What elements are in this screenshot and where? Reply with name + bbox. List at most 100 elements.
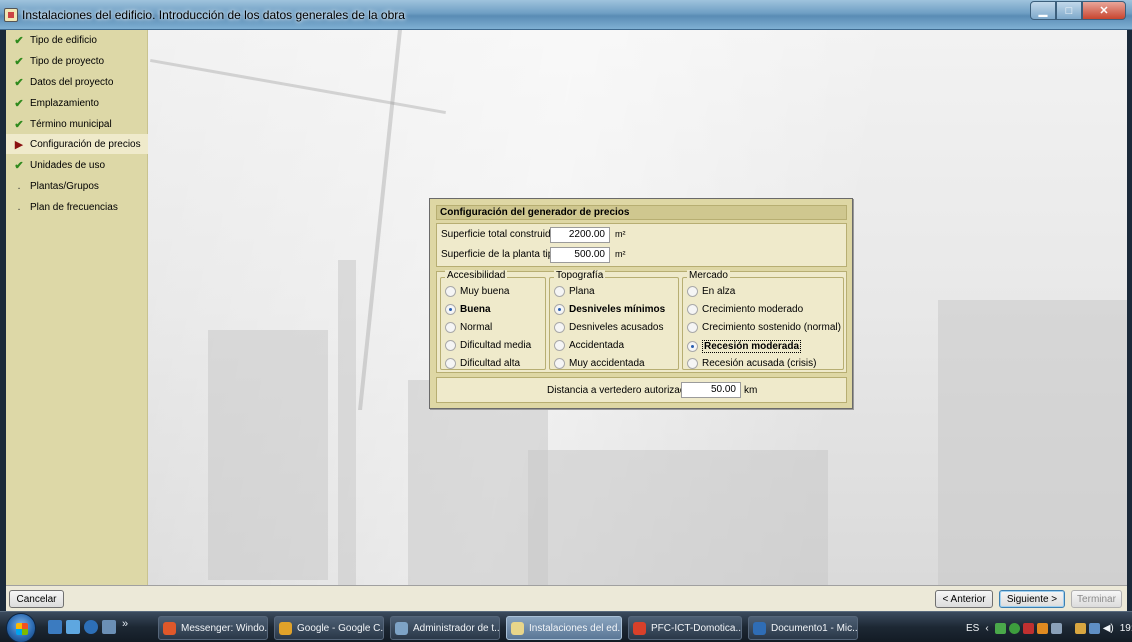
- sidebar-item-label: Tipo de edificio: [30, 34, 97, 46]
- chevron-left-icon[interactable]: ‹: [985, 623, 988, 634]
- sidebar-item-label: Tipo de proyecto: [30, 55, 105, 67]
- sidebar-item-label: Término municipal: [30, 118, 112, 130]
- radio-crecimiento-sostenido[interactable]: Crecimiento sostenido (normal): [687, 322, 841, 333]
- check-icon: ✔: [14, 159, 24, 172]
- volume-icon[interactable]: ◀): [1103, 623, 1114, 634]
- radio-muy-accidentada[interactable]: Muy accidentada: [554, 358, 645, 369]
- show-desktop-icon[interactable]: [48, 620, 62, 634]
- network-icon[interactable]: [1088, 622, 1100, 634]
- current-step-arrow-icon: ▶: [14, 138, 24, 151]
- radio-circle-icon: [687, 322, 698, 333]
- radio-desniveles-acusados[interactable]: Desniveles acusados: [554, 322, 664, 333]
- radio-accidentada[interactable]: Accidentada: [554, 340, 624, 351]
- check-icon: ✔: [14, 118, 24, 131]
- app-icon: [511, 621, 524, 635]
- previous-button[interactable]: < Anterior: [935, 590, 993, 608]
- radio-desniveles-minimos[interactable]: Desniveles mínimos: [554, 304, 665, 315]
- superficie-planta-input[interactable]: 500.00: [550, 247, 610, 263]
- radio-circle-icon: [445, 358, 456, 369]
- tray-icon[interactable]: [1022, 622, 1034, 634]
- task-manager-icon: [395, 621, 408, 635]
- radio-crecimiento-moderado[interactable]: Crecimiento moderado: [687, 304, 803, 315]
- task-instalaciones[interactable]: Instalaciones del ed...: [506, 616, 622, 640]
- radio-muy-buena[interactable]: Muy buena: [445, 286, 509, 297]
- check-icon: ✔: [14, 55, 24, 68]
- maximize-button[interactable]: □: [1056, 1, 1082, 20]
- tray-icon[interactable]: [1008, 622, 1020, 634]
- radio-recesion-acusada[interactable]: Recesión acusada (crisis): [687, 358, 817, 369]
- dialog-title: Configuración del generador de precios: [436, 205, 847, 220]
- options-panel: Accesibilidad Muy buena Buena Normal Dif…: [436, 270, 847, 373]
- sidebar-item-unidades-uso[interactable]: ✔ Unidades de uso: [6, 155, 148, 175]
- sidebar-item-plantas-grupos[interactable]: . Plantas/Grupos: [6, 176, 148, 196]
- language-indicator[interactable]: ES: [966, 623, 979, 634]
- price-config-dialog: Configuración del generador de precios S…: [429, 198, 853, 409]
- sidebar-item-configuracion-precios[interactable]: ▶ Configuración de precios: [6, 134, 148, 154]
- sidebar-item-plan-frecuencias[interactable]: . Plan de frecuencias: [6, 197, 148, 217]
- radio-circle-icon: [554, 358, 565, 369]
- tray-icon[interactable]: [1074, 622, 1086, 634]
- tray-icon[interactable]: [994, 622, 1006, 634]
- distance-panel: Distancia a vertedero autorizado 50.00 k…: [436, 377, 847, 403]
- close-button[interactable]: ✕: [1082, 1, 1126, 20]
- mercado-group: Mercado En alza Crecimiento moderado Cre…: [682, 270, 844, 370]
- check-icon: ✔: [14, 34, 24, 47]
- radio-en-alza[interactable]: En alza: [687, 286, 735, 297]
- next-button[interactable]: Siguiente >: [999, 590, 1065, 608]
- sidebar-item-termino-municipal[interactable]: ✔ Término municipal: [6, 114, 148, 134]
- sidebar-item-emplazamiento[interactable]: ✔ Emplazamiento: [6, 93, 148, 113]
- pending-dot-icon: .: [17, 180, 21, 192]
- distancia-label: Distancia a vertedero autorizado: [547, 385, 691, 396]
- radio-circle-icon: [554, 286, 565, 297]
- radio-circle-icon: [687, 341, 698, 352]
- radio-circle-icon: [445, 322, 456, 333]
- mercado-legend: Mercado: [687, 270, 730, 282]
- internet-explorer-icon[interactable]: [84, 620, 98, 634]
- cancel-button[interactable]: Cancelar: [9, 590, 64, 608]
- radio-dificultad-alta[interactable]: Dificultad alta: [445, 358, 520, 369]
- main-area: ✔ Tipo de edificio ✔ Tipo de proyecto ✔ …: [6, 30, 1127, 585]
- radio-circle-icon: [554, 304, 565, 315]
- accesibilidad-legend: Accesibilidad: [445, 270, 508, 282]
- radio-normal[interactable]: Normal: [445, 322, 492, 333]
- clock[interactable]: 19:28: [1120, 623, 1132, 634]
- distancia-unit: km: [744, 385, 758, 396]
- radio-circle-icon: [445, 340, 456, 351]
- chevron-right-icon[interactable]: »: [122, 618, 128, 630]
- surface-panel: Superficie total construida 2200.00 m² S…: [436, 223, 847, 267]
- start-button[interactable]: [6, 613, 36, 642]
- topografia-group: Topografía Plana Desniveles mínimos Desn…: [549, 270, 679, 370]
- radio-recesion-moderada[interactable]: Recesión moderada: [687, 340, 802, 353]
- topografia-legend: Topografía: [554, 270, 606, 282]
- task-google[interactable]: Google - Google C...: [274, 616, 384, 640]
- sidebar-item-tipo-edificio[interactable]: ✔ Tipo de edificio: [6, 30, 148, 50]
- radio-plana[interactable]: Plana: [554, 286, 595, 297]
- task-pfc[interactable]: PFC-ICT-Domotica...: [628, 616, 742, 640]
- sidebar-item-label: Emplazamiento: [30, 97, 99, 109]
- superficie-total-unit: m²: [615, 229, 626, 239]
- radio-buena[interactable]: Buena: [445, 304, 491, 315]
- sidebar-item-datos-proyecto[interactable]: ✔ Datos del proyecto: [6, 72, 148, 92]
- tray-icon[interactable]: [1050, 622, 1062, 634]
- switch-windows-icon[interactable]: [66, 620, 80, 634]
- wizard-sidebar: ✔ Tipo de edificio ✔ Tipo de proyecto ✔ …: [6, 30, 148, 585]
- task-messenger[interactable]: Messenger: Windo...: [158, 616, 268, 640]
- browser-icon: [163, 621, 176, 635]
- task-documento1[interactable]: Documento1 - Mic...: [748, 616, 858, 640]
- finish-button[interactable]: Terminar: [1071, 590, 1122, 608]
- sidebar-item-label: Configuración de precios: [30, 138, 141, 150]
- task-administrador[interactable]: Administrador de t...: [390, 616, 500, 640]
- distancia-input[interactable]: 50.00: [681, 382, 741, 398]
- superficie-planta-label: Superficie de la planta tipo: [441, 249, 559, 260]
- radio-dificultad-media[interactable]: Dificultad media: [445, 340, 531, 351]
- quick-launch-icon[interactable]: [102, 620, 116, 634]
- app-icon: [4, 8, 18, 22]
- check-icon: ✔: [14, 97, 24, 110]
- browser-icon: [279, 621, 292, 635]
- sidebar-item-tipo-proyecto[interactable]: ✔ Tipo de proyecto: [6, 51, 148, 71]
- window-controls: ▁ □ ✕: [1030, 1, 1126, 20]
- minimize-button[interactable]: ▁: [1030, 1, 1056, 20]
- superficie-total-input[interactable]: 2200.00: [550, 227, 610, 243]
- tray-icon[interactable]: [1036, 622, 1048, 634]
- window-title: Instalaciones del edificio. Introducción…: [22, 8, 405, 22]
